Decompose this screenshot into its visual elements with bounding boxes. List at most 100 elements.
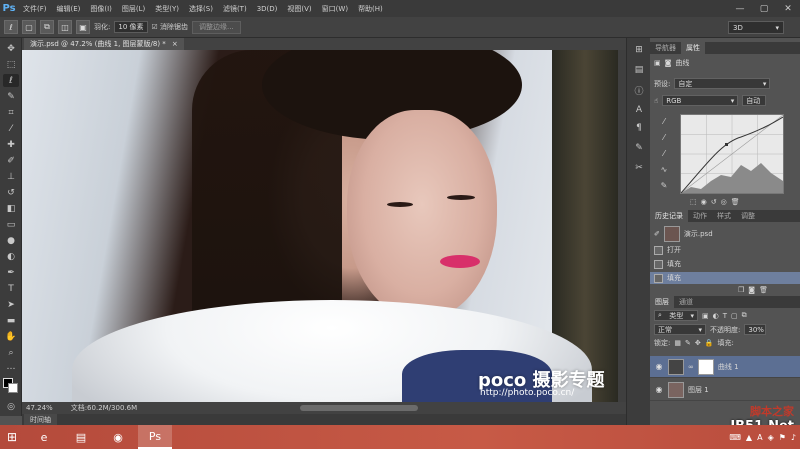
history-snapshot[interactable]: ✐ 演示.psd [650,224,800,244]
subtract-selection-icon[interactable]: ◫ [58,20,72,34]
lock-position-icon[interactable]: ✥ [695,339,701,347]
marquee-tool-icon[interactable]: ⬚ [3,58,19,71]
photoshop-taskbar-icon[interactable]: Ps [138,425,172,449]
tab-adjustments[interactable]: 调整 [736,210,760,222]
zoom-level[interactable]: 47.24% [26,404,53,412]
eyedropper-black-icon[interactable]: ⁄ [658,116,670,126]
curves-graph[interactable] [680,114,784,194]
document-tab[interactable]: 演示.psd @ 47.2% (曲线 1, 图层蒙版/8) * × [24,38,184,50]
preset-select[interactable]: 自定 ▾ [674,78,771,89]
dodge-tool-icon[interactable]: ◐ [3,250,19,263]
tool-presets-icon[interactable]: ✂ [632,162,646,174]
intersect-selection-icon[interactable]: ▣ [76,20,90,34]
layer-row[interactable]: ◉ 图层 1 [650,379,800,401]
filter-type-icon[interactable]: T [723,312,727,320]
filter-adjust-icon[interactable]: ◐ [713,312,719,320]
history-item[interactable]: 填充 [650,272,800,284]
tab-styles[interactable]: 样式 [712,210,736,222]
background-color-swatch[interactable] [8,383,18,393]
eraser-tool-icon[interactable]: ◧ [3,202,19,215]
eye-icon[interactable]: ◉ [654,385,664,394]
eye-icon[interactable]: ◉ [654,362,664,371]
tab-properties[interactable]: 属性 [681,42,705,54]
opacity-input[interactable]: 30% [744,324,767,335]
tab-navigator[interactable]: 导航器 [650,42,681,54]
curve-point-icon[interactable]: ∿ [658,164,670,174]
pen-tool-icon[interactable]: ✒ [3,266,19,279]
history-item[interactable]: 填充 [650,258,800,270]
menu-edit[interactable]: 编辑(E) [52,4,86,14]
paragraph-icon[interactable]: ¶ [632,122,646,134]
antialias-checkbox[interactable]: ☑ 消除锯齿 [152,22,189,32]
lasso-preset-icon[interactable]: ℓ [4,20,18,34]
navigator-icon[interactable]: ⊞ [632,44,646,56]
network-icon[interactable]: ◈ [768,433,774,442]
add-selection-icon[interactable]: ⧉ [40,20,54,34]
file-explorer-icon[interactable]: ▤ [64,425,98,449]
camera-icon[interactable]: ◙ [748,286,755,294]
feather-input[interactable]: 10 像素 [114,21,148,33]
internet-explorer-icon[interactable]: e [27,425,61,449]
menu-view[interactable]: 视图(V) [282,4,316,14]
character-icon[interactable]: A [632,104,646,116]
gradient-tool-icon[interactable]: ▭ [3,218,19,231]
layer-mask-thumbnail[interactable] [697,358,714,375]
zoom-tool-icon[interactable]: ⌕ [3,346,19,359]
minimize-button[interactable]: — [728,0,752,17]
eyedropper-tool-icon[interactable]: ⁄ [3,122,19,135]
timeline-tab[interactable]: 时间轴 [24,414,57,425]
pencil-icon[interactable]: ✎ [658,180,670,190]
blur-tool-icon[interactable]: ● [3,234,19,247]
brush-presets-icon[interactable]: ✎ [632,142,646,154]
trash-icon[interactable]: 🗑 [731,198,740,206]
lock-icon[interactable]: 🔒 [705,339,714,347]
chain-link-icon[interactable]: ∞ [688,363,694,371]
canvas-horizontal-scrollbar[interactable] [300,405,418,411]
tab-history[interactable]: 历史记录 [650,210,688,222]
menu-select[interactable]: 选择(S) [184,4,218,14]
new-document-icon[interactable]: ❒ [738,286,744,294]
view-previous-icon[interactable]: ◉ [701,198,707,206]
layer-filter-select[interactable]: ⌕ 类型 ▾ [654,310,698,321]
layer-row[interactable]: ◉ ∞ 曲线 1 [650,356,800,378]
quick-mask-icon[interactable]: ◎ [3,400,19,413]
windows-start-icon[interactable]: ⊞ [0,425,24,449]
menu-window[interactable]: 窗口(W) [317,4,353,14]
lasso-tool-icon[interactable]: ℓ [3,74,19,87]
eyedropper-white-icon[interactable]: ⁄ [658,148,670,158]
path-select-icon[interactable]: ➤ [3,298,19,311]
hand-tool-icon[interactable]: ✋ [3,330,19,343]
reset-icon[interactable]: ↺ [711,198,717,206]
browser-icon[interactable]: ◉ [101,425,135,449]
brush-tool-icon[interactable]: ✐ [3,154,19,167]
move-tool-icon[interactable]: ✥ [3,42,19,55]
menu-file[interactable]: 文件(F) [18,4,52,14]
tab-actions[interactable]: 动作 [688,210,712,222]
quick-select-tool-icon[interactable]: ✎ [3,90,19,103]
eyedropper-gray-icon[interactable]: ⁄ [658,132,670,142]
blend-mode-select[interactable]: 正常 ▾ [654,324,706,335]
menu-filter[interactable]: 滤镜(T) [218,4,252,14]
menu-type[interactable]: 类型(Y) [150,4,184,14]
histogram-icon[interactable]: ▤ [632,64,646,76]
menu-layer[interactable]: 图层(L) [117,4,150,14]
tab-layers[interactable]: 图层 [650,296,674,308]
more-tools-icon[interactable]: … [3,360,19,373]
refine-edge-button[interactable]: 调整边缘... [192,20,241,34]
document-canvas[interactable]: poco 摄影专题 http://photo.poco.cn/ [22,50,618,402]
maximize-button[interactable]: ▢ [752,0,776,17]
visibility-icon[interactable]: ◎ [721,198,727,206]
info-icon[interactable]: ⓘ [632,84,646,97]
shape-tool-icon[interactable]: ▬ [3,314,19,327]
volume-icon[interactable]: ♪ [791,433,796,442]
close-tab-icon[interactable]: × [172,40,178,48]
crop-tool-icon[interactable]: ⌗ [3,106,19,119]
filter-smart-icon[interactable]: ⧉ [742,311,747,320]
workspace-select[interactable]: 3D ▾ [728,21,784,34]
curve-control-point[interactable] [725,143,728,146]
history-brush-icon[interactable]: ↺ [3,186,19,199]
menu-image[interactable]: 图像(I) [85,4,117,14]
auto-button[interactable]: 自动 [742,95,767,106]
input-method-icon[interactable]: A [757,433,762,442]
canvas-vertical-scrollbar[interactable] [618,50,626,402]
